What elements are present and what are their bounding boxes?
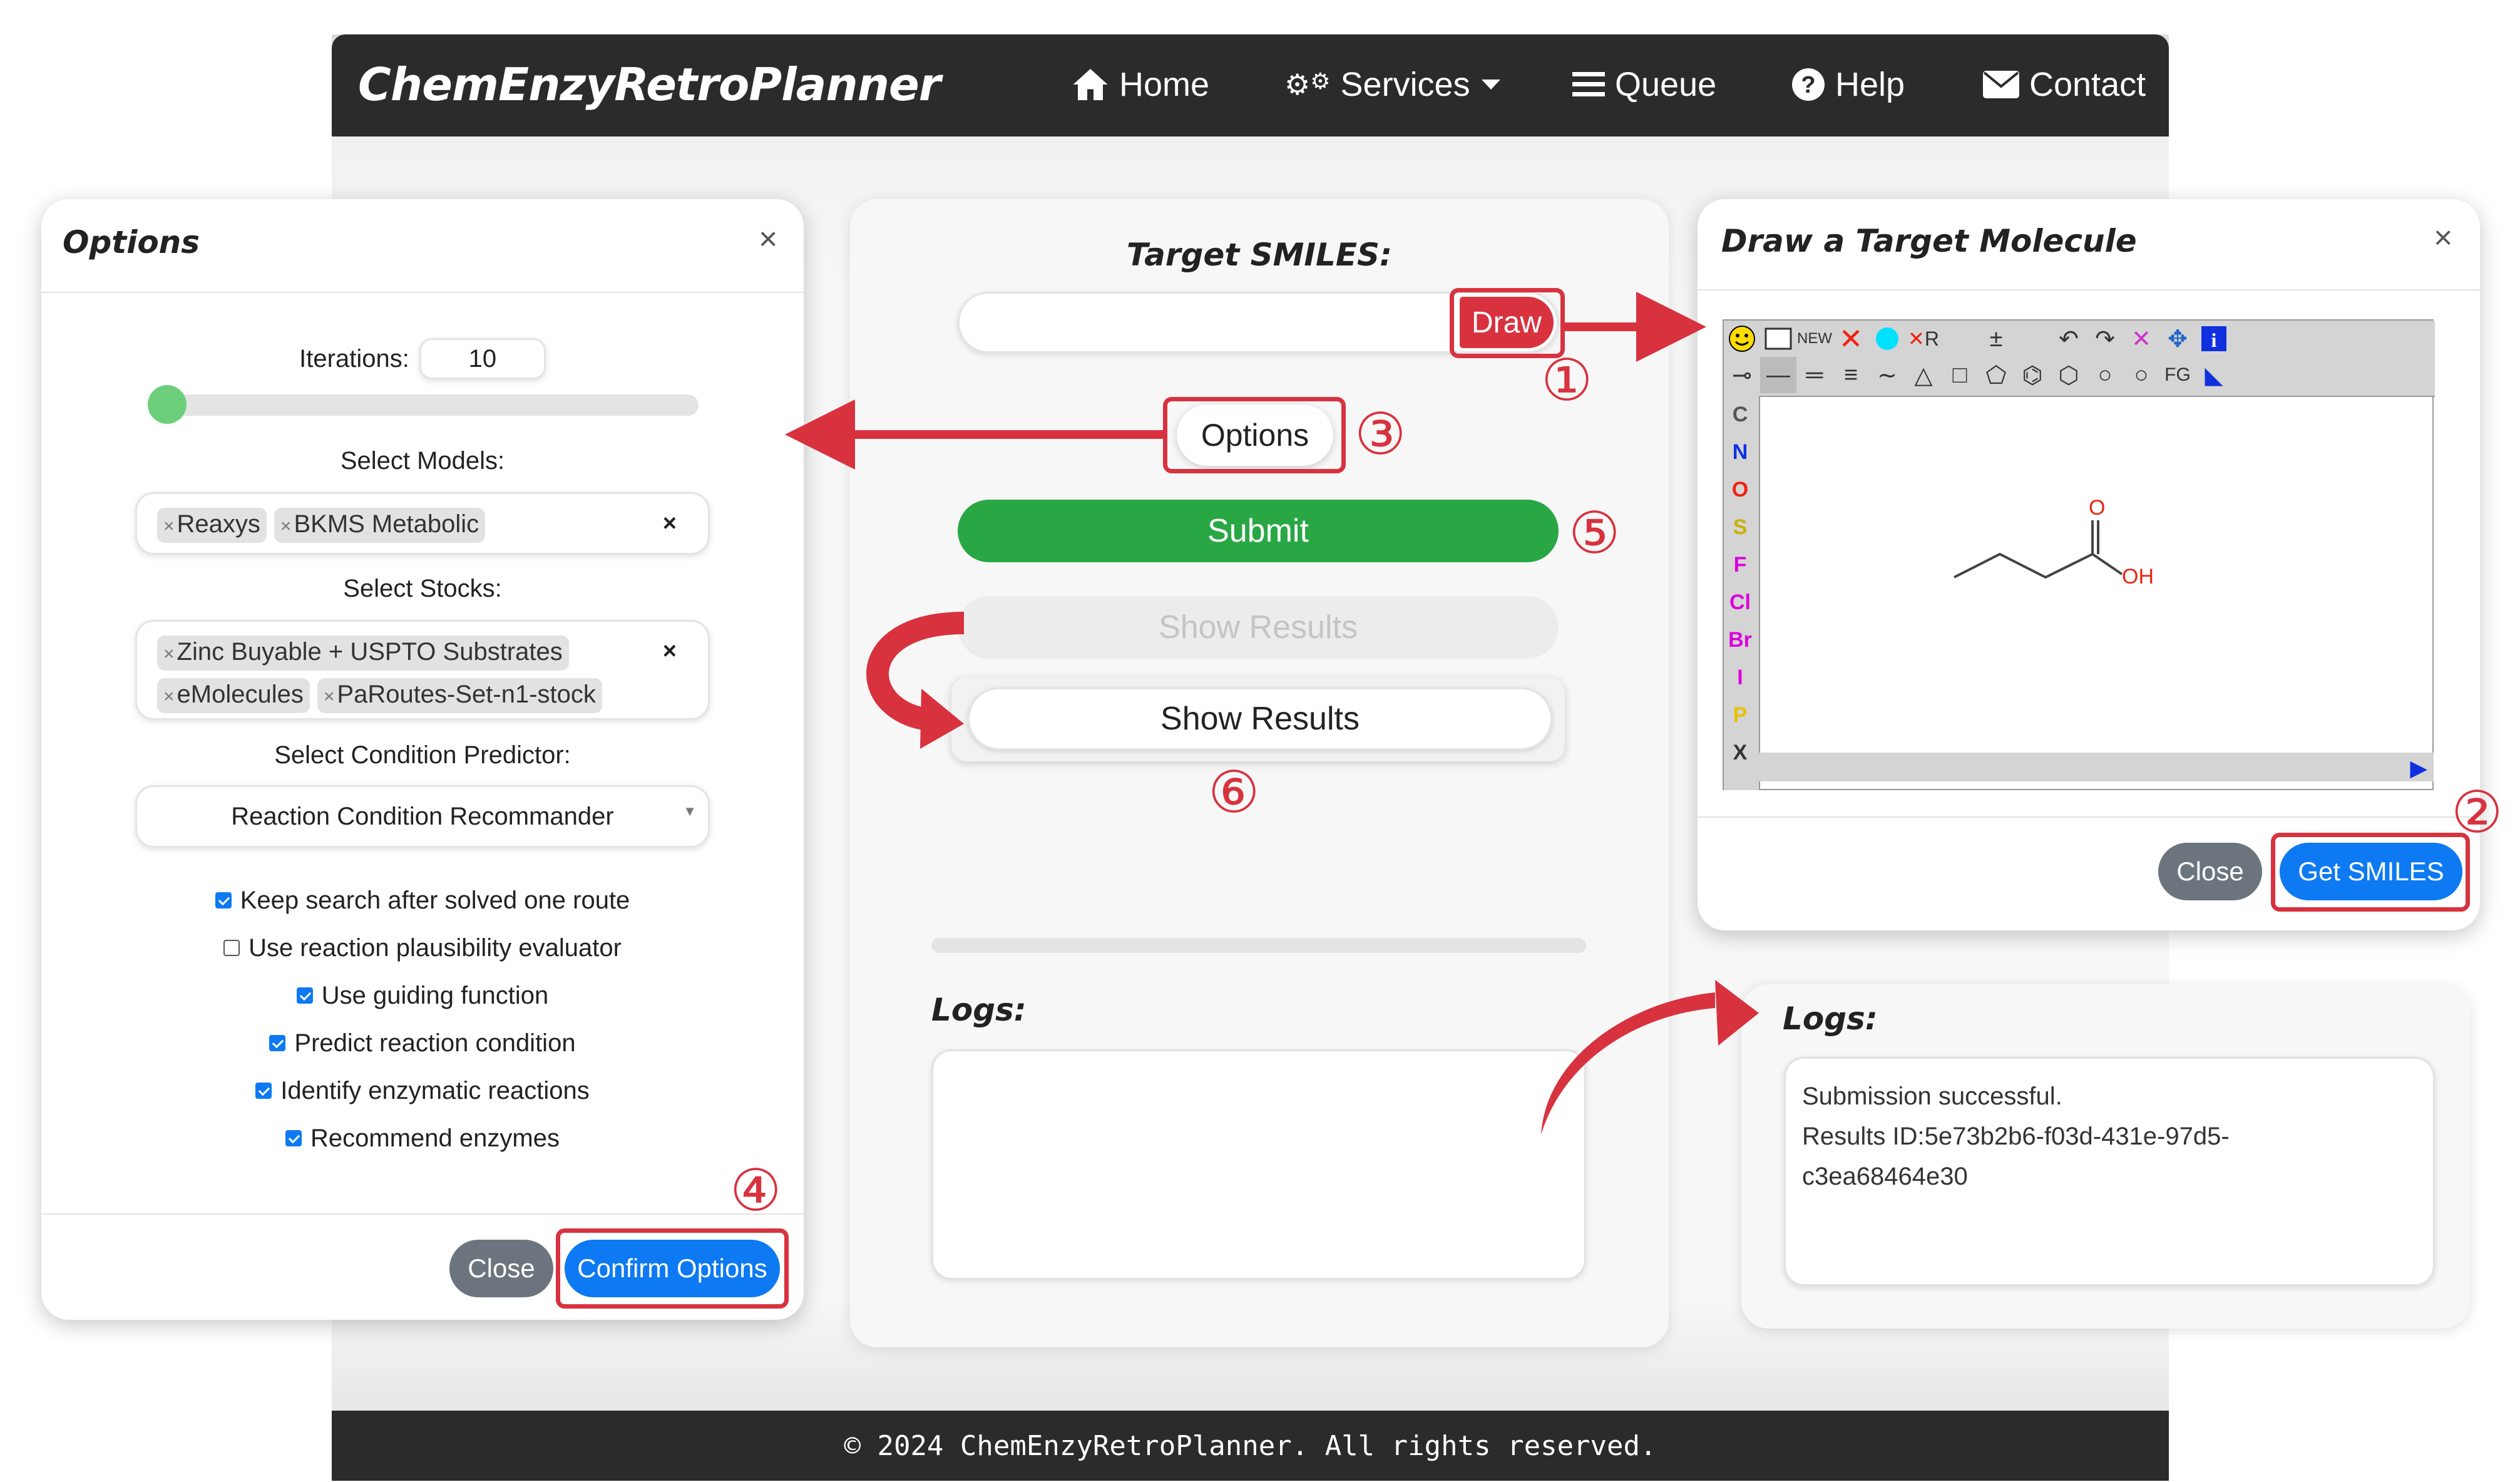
annotation-arrows [785,292,1759,1135]
arrow-show-results-loop [866,612,965,749]
footer: © 2024 ChemEnzyRetroPlanner. All rights … [332,1411,2169,1481]
arrow-logs-to-result [1541,980,1759,1135]
